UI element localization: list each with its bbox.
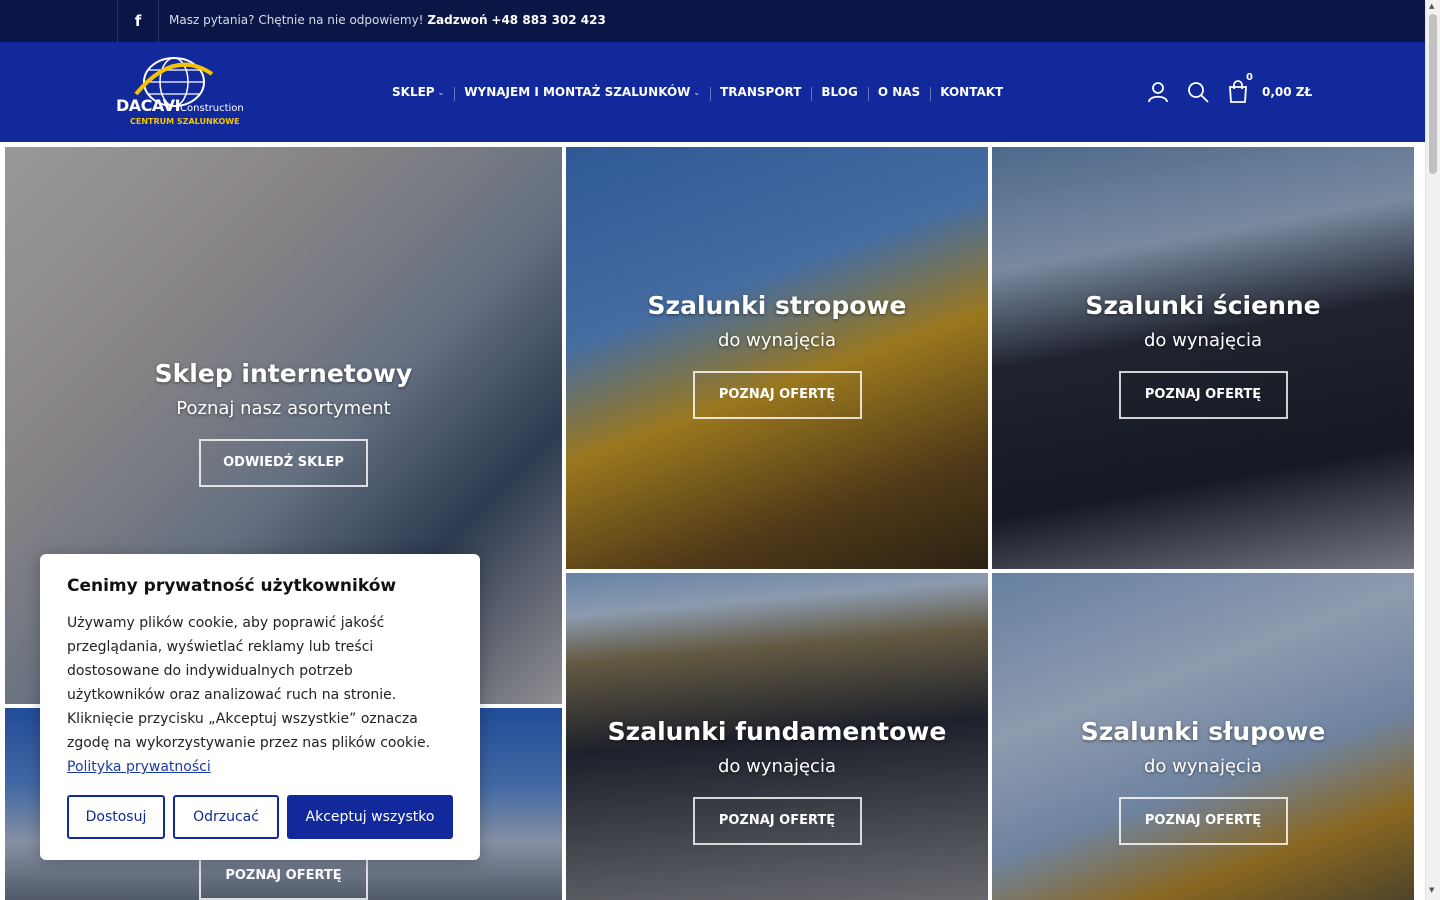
cookie-description: Używamy plików cookie, aby poprawić jako… [67,615,431,751]
contact-question: Masz pytania? Chętnie na nie odpowiemy! [169,13,424,27]
offer-button[interactable]: POZNAJ OFERTĘ [1118,371,1288,419]
cart-count: 0 [1246,72,1253,83]
call-label: Zadzwoń [427,13,488,27]
nav-transport[interactable]: TRANSPORT [710,85,811,101]
tile-content: Szalunki słupowe do wynajęcia POZNAJ OFE… [992,717,1414,845]
main-nav: SKLEP ⌄ WYNAJEM I MONTAŻ SZALUNKÓW ⌄ TRANS… [382,42,1013,142]
tile-subtitle: Poznaj nasz asortyment [176,398,391,419]
site-logo[interactable]: DACAVIConstruction CENTRUM SZALUNKOWE [116,54,246,130]
tile-subtitle: do wynajęcia [718,330,836,351]
tile-subtitle: do wynajęcia [718,756,836,777]
offer-button[interactable]: POZNAJ OFERTĘ [692,371,862,419]
cookie-text: Używamy plików cookie, aby poprawić jako… [67,611,453,779]
cart-button[interactable]: 0 [1226,72,1253,104]
offer-button[interactable]: POZNAJ OFERTĘ [692,797,862,845]
nav-kontakt[interactable]: KONTAKT [930,85,1013,101]
tile-title: Sklep internetowy [154,359,413,388]
offer-button[interactable]: POZNAJ OFERTĘ [1118,797,1288,845]
nav-blog[interactable]: BLOG [811,85,867,101]
tile-subtitle: do wynajęcia [1144,756,1262,777]
top-bar: f Masz pytania? Chętnie na nie odpowiemy… [0,0,1425,42]
cookie-consent-dialog: Cenimy prywatność użytkowników Używamy p… [40,554,480,860]
tile-title: Szalunki stropowe [647,291,907,320]
tile-title: Szalunki fundamentowe [607,717,947,746]
search-icon[interactable] [1186,80,1210,104]
shopping-bag-icon [1229,80,1247,103]
visit-shop-button[interactable]: ODWIEDŹ SKLEP [199,439,368,487]
tile-content: Szalunki stropowe do wynajęcia POZNAJ OF… [566,291,988,419]
nav-wynajem[interactable]: WYNAJEM I MONTAŻ SZALUNKÓW ⌄ [454,85,710,101]
cookie-title: Cenimy prywatność użytkowników [67,576,397,596]
user-icon[interactable] [1146,80,1170,104]
tile-title: Szalunki ścienne [1085,291,1321,320]
chevron-down-icon: ⌄ [437,87,445,97]
scroll-down-icon[interactable]: ▼ [1429,886,1434,894]
facebook-icon[interactable]: f [117,0,159,42]
tile-content: Szalunki ścienne do wynajęcia POZNAJ OFE… [992,291,1414,419]
header-icons: 0 0,00 ZŁ [1146,72,1312,104]
phone-number[interactable]: +48 883 302 423 [491,13,605,27]
tile-foundation-formwork[interactable]: Szalunki fundamentowe do wynajęcia POZNA… [566,573,988,900]
tile-title: Szalunki słupowe [1080,717,1326,746]
nav-sklep[interactable]: SKLEP ⌄ [382,85,454,99]
logo-text: DACAVIConstruction [116,96,244,115]
logo-tagline: CENTRUM SZALUNKOWE [130,117,240,126]
tile-content: Szalunki fundamentowe do wynajęcia POZNA… [566,717,988,845]
cart-total[interactable]: 0,00 ZŁ [1262,85,1312,99]
chevron-down-icon: ⌄ [693,87,701,97]
tile-ceiling-formwork[interactable]: Szalunki stropowe do wynajęcia POZNAJ OF… [566,147,988,569]
scroll-up-icon[interactable]: ▲ [1429,2,1434,10]
contact-message: Masz pytania? Chętnie na nie odpowiemy! … [169,13,606,27]
accept-all-button[interactable]: Akceptuj wszystko [287,795,453,839]
privacy-policy-link[interactable]: Polityka prywatności [67,759,211,775]
tile-subtitle: do wynajęcia [1144,330,1262,351]
nav-o-nas[interactable]: O NAS [867,85,930,101]
customize-button[interactable]: Dostosuj [67,795,165,839]
scrollbar-thumb[interactable] [1429,14,1437,174]
cookie-buttons: Dostosuj Odrzucać Akceptuj wszystko [67,795,461,839]
tile-column-formwork[interactable]: Szalunki słupowe do wynajęcia POZNAJ OFE… [992,573,1414,900]
site-header: DACAVIConstruction CENTRUM SZALUNKOWE SK… [0,42,1425,142]
tile-wall-formwork[interactable]: Szalunki ścienne do wynajęcia POZNAJ OFE… [992,147,1414,569]
reject-button[interactable]: Odrzucać [173,795,279,839]
tile-content: Sklep internetowy Poznaj nasz asortyment… [5,359,562,487]
page-scrollbar[interactable]: ▲ ▼ [1425,0,1440,900]
